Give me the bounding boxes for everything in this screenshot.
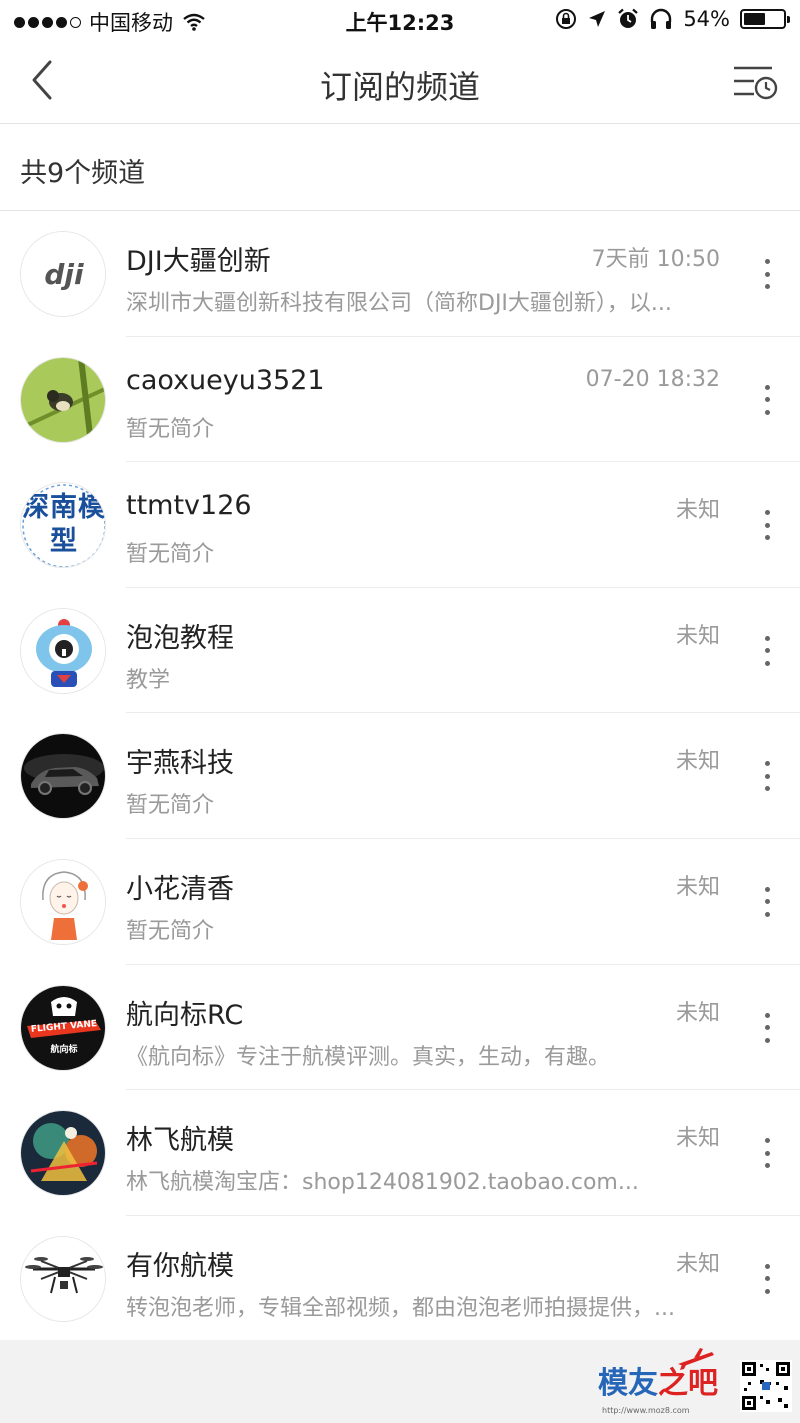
- channel-avatar-bird: [20, 356, 106, 443]
- channel-name: 泡泡教程: [126, 622, 234, 654]
- location-arrow-icon: [589, 11, 606, 27]
- channel-avatar-flight-vane: 航向标 FLIGHT VANE: [20, 984, 106, 1071]
- channel-name: DJI大疆创新: [126, 246, 271, 277]
- channel-avatar-dji: dji: [20, 231, 106, 317]
- channel-list: dji DJI大疆创新 7天前 10:50 深圳市大疆创新科技有限公司（简称DJ…: [0, 211, 800, 1341]
- channel-item[interactable]: dji DJI大疆创新 7天前 10:50 深圳市大疆创新科技有限公司（简称DJ…: [0, 211, 800, 337]
- footer-watermark-bar: 模友之吧 http://www.moz8.com: [0, 1340, 800, 1423]
- list-clock-icon: [734, 66, 778, 100]
- channel-desc: 转泡泡老师，专辑全部视频，都由泡泡老师拍摄提供，...: [126, 1295, 675, 1321]
- channel-desc: 林飞航模淘宝店：shop124081902.taobao.com...: [126, 1170, 639, 1196]
- channel-name: 有你航模: [126, 1250, 234, 1282]
- channel-desc: 暂无简介: [126, 793, 215, 819]
- more-options-button[interactable]: [760, 635, 774, 666]
- more-options-button[interactable]: [760, 259, 774, 289]
- channel-desc: 教学: [126, 667, 171, 693]
- battery-percent: 54%: [683, 7, 730, 31]
- channel-count-row: 共9个频道: [0, 125, 800, 211]
- channel-time: 07-20 18:32: [585, 366, 720, 392]
- channel-avatar-drone: [20, 1235, 106, 1322]
- watermark-url: http://www.moz8.com: [602, 1406, 690, 1415]
- battery-icon: [740, 9, 790, 29]
- channel-name: 林飞航模: [126, 1125, 234, 1157]
- qr-code-icon: [740, 1360, 792, 1412]
- channel-time: 未知: [675, 1126, 720, 1152]
- channel-time: 未知: [675, 623, 720, 649]
- watermark-brand: 模友: [598, 1366, 658, 1401]
- avatar-logo-text: 深南模型: [22, 492, 106, 558]
- channel-time: 未知: [675, 1251, 720, 1277]
- more-options-button[interactable]: [760, 1012, 774, 1043]
- more-options-button[interactable]: [760, 886, 774, 917]
- more-options-button[interactable]: [760, 510, 774, 541]
- channel-time: 未知: [675, 874, 720, 900]
- channel-item[interactable]: 宇燕科技 未知 暂无简介: [0, 713, 800, 839]
- channel-avatar-shennan: 深南模型: [20, 482, 106, 569]
- channel-item[interactable]: 有你航模 未知 转泡泡老师，专辑全部视频，都由泡泡老师拍摄提供，...: [0, 1216, 800, 1342]
- more-options-button[interactable]: [760, 1263, 774, 1294]
- more-options-button[interactable]: [760, 761, 774, 792]
- channel-desc: 暂无简介: [126, 416, 215, 442]
- channel-item[interactable]: 深南模型 ttmtv126 未知 暂无简介: [0, 462, 800, 588]
- channel-name: 小花清香: [126, 873, 234, 905]
- more-options-button[interactable]: [760, 384, 774, 415]
- rotation-lock-icon: [556, 9, 577, 29]
- watermark-logo: 模友之吧: [598, 1358, 718, 1402]
- channel-item[interactable]: caoxueyu3521 07-20 18:32 暂无简介: [0, 337, 800, 463]
- channel-name: 宇燕科技: [126, 748, 234, 780]
- channel-item[interactable]: 泡泡教程 未知 教学: [0, 588, 800, 714]
- channel-time: 7天前 10:50: [591, 247, 720, 272]
- channel-item[interactable]: 航向标 FLIGHT VANE 航向标RC 未知 《航向标》专注于航模评测。真实…: [0, 965, 800, 1091]
- history-button[interactable]: [732, 62, 780, 102]
- nav-bar: 订阅的频道: [0, 40, 800, 124]
- channel-desc: 《航向标》专注于航模评测。真实，生动，有趣。: [126, 1044, 611, 1070]
- channel-time: 未知: [675, 749, 720, 775]
- channel-desc: 深圳市大疆创新科技有限公司（简称DJI大疆创新），以...: [126, 291, 672, 316]
- channel-name: ttmtv126: [126, 490, 252, 522]
- svg-text:航向标: 航向标: [50, 1043, 77, 1055]
- more-options-button[interactable]: [760, 1138, 774, 1169]
- channel-item[interactable]: 小花清香 未知 暂无简介: [0, 839, 800, 965]
- svg-text:dji: dji: [44, 258, 84, 291]
- alarm-icon: [618, 8, 639, 28]
- channel-avatar-linfei: [20, 1110, 106, 1197]
- channel-avatar-robot: [20, 607, 106, 694]
- channel-desc: 暂无简介: [126, 918, 215, 944]
- battery-level: [744, 13, 765, 25]
- watermark-suffix: 之吧: [658, 1366, 718, 1401]
- channel-desc: 暂无简介: [126, 542, 215, 568]
- channel-name: 航向标RC: [126, 999, 244, 1031]
- channel-avatar-car: [20, 733, 106, 820]
- status-bar: 中国移动 上午12:23 54%: [0, 0, 800, 40]
- channel-item[interactable]: 林飞航模 未知 林飞航模淘宝店：shop124081902.taobao.com…: [0, 1090, 800, 1216]
- channel-time: 未知: [675, 498, 720, 524]
- channel-count: 共9个频道: [20, 158, 146, 189]
- channel-name: caoxueyu3521: [126, 364, 325, 396]
- headphones-icon: [651, 8, 672, 29]
- channel-avatar-girl: [20, 858, 106, 945]
- channel-time: 未知: [675, 1000, 720, 1026]
- page-title: 订阅的频道: [319, 68, 480, 106]
- status-right: 54%: [555, 7, 790, 31]
